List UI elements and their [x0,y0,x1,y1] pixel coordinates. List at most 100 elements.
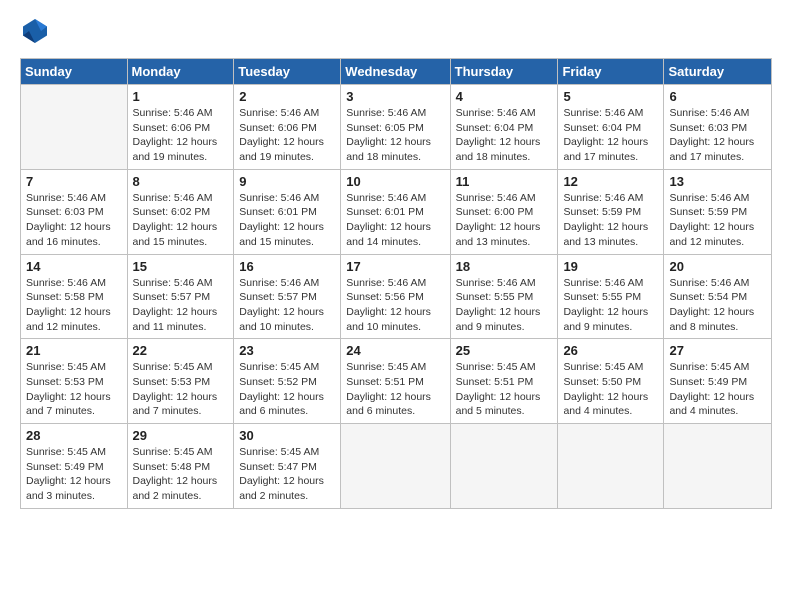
calendar-body: 1Sunrise: 5:46 AMSunset: 6:06 PMDaylight… [21,85,772,509]
calendar-cell: 9 Sunrise: 5:46 AMSunset: 6:01 PMDaylight… [234,169,341,254]
day-number: 29 [133,428,229,443]
day-number: 27 [669,343,766,358]
day-info: Sunrise: 5:46 AMSunset: 5:58 PMDaylight:… [26,276,122,335]
logo-icon [20,16,50,46]
calendar-week-row: 1Sunrise: 5:46 AMSunset: 6:06 PMDaylight… [21,85,772,170]
calendar-cell: 24 Sunrise: 5:45 AMSunset: 5:51 PMDayligh… [341,339,450,424]
calendar-cell [341,424,450,509]
header [20,16,772,46]
day-number: 10 [346,174,444,189]
day-number: 16 [239,259,335,274]
day-number: 12 [563,174,658,189]
day-info: Sunrise: 5:46 AMSunset: 6:04 PMDaylight:… [563,106,658,165]
day-info: Sunrise: 5:46 AMSunset: 5:55 PMDaylight:… [563,276,658,335]
calendar-cell: 27 Sunrise: 5:45 AMSunset: 5:49 PMDayligh… [664,339,772,424]
calendar-cell: 16 Sunrise: 5:46 AMSunset: 5:57 PMDayligh… [234,254,341,339]
calendar-week-row: 7 Sunrise: 5:46 AMSunset: 6:03 PMDaylight… [21,169,772,254]
calendar-cell: 11 Sunrise: 5:46 AMSunset: 6:00 PMDayligh… [450,169,558,254]
day-info: Sunrise: 5:46 AMSunset: 6:01 PMDaylight:… [239,191,335,250]
calendar-cell: 1Sunrise: 5:46 AMSunset: 6:06 PMDaylight… [127,85,234,170]
day-info: Sunrise: 5:46 AMSunset: 6:06 PMDaylight:… [133,106,229,165]
calendar-cell [558,424,664,509]
day-info: Sunrise: 5:46 AMSunset: 5:54 PMDaylight:… [669,276,766,335]
day-number: 6 [669,89,766,104]
day-number: 14 [26,259,122,274]
day-number: 24 [346,343,444,358]
calendar-cell: 6 Sunrise: 5:46 AMSunset: 6:03 PMDaylight… [664,85,772,170]
calendar: SundayMondayTuesdayWednesdayThursdayFrid… [20,58,772,509]
calendar-cell: 7 Sunrise: 5:46 AMSunset: 6:03 PMDaylight… [21,169,128,254]
day-info: Sunrise: 5:45 AMSunset: 5:51 PMDaylight:… [456,360,553,419]
day-info: Sunrise: 5:46 AMSunset: 6:00 PMDaylight:… [456,191,553,250]
day-number: 21 [26,343,122,358]
day-number: 20 [669,259,766,274]
calendar-cell: 22 Sunrise: 5:45 AMSunset: 5:53 PMDayligh… [127,339,234,424]
day-info: Sunrise: 5:46 AMSunset: 5:59 PMDaylight:… [563,191,658,250]
calendar-cell: 30 Sunrise: 5:45 AMSunset: 5:47 PMDayligh… [234,424,341,509]
day-info: Sunrise: 5:46 AMSunset: 6:06 PMDaylight:… [239,106,335,165]
day-number: 3 [346,89,444,104]
day-info: Sunrise: 5:45 AMSunset: 5:50 PMDaylight:… [563,360,658,419]
calendar-cell: 19 Sunrise: 5:46 AMSunset: 5:55 PMDayligh… [558,254,664,339]
day-info: Sunrise: 5:46 AMSunset: 6:03 PMDaylight:… [669,106,766,165]
calendar-cell [21,85,128,170]
weekday-header: Thursday [450,59,558,85]
day-number: 30 [239,428,335,443]
day-number: 25 [456,343,553,358]
day-info: Sunrise: 5:45 AMSunset: 5:48 PMDaylight:… [133,445,229,504]
day-info: Sunrise: 5:45 AMSunset: 5:49 PMDaylight:… [669,360,766,419]
day-number: 22 [133,343,229,358]
calendar-cell: 3 Sunrise: 5:46 AMSunset: 6:05 PMDaylight… [341,85,450,170]
day-number: 13 [669,174,766,189]
calendar-cell: 5 Sunrise: 5:46 AMSunset: 6:04 PMDaylight… [558,85,664,170]
day-number: 19 [563,259,658,274]
calendar-cell: 18 Sunrise: 5:46 AMSunset: 5:55 PMDayligh… [450,254,558,339]
day-info: Sunrise: 5:45 AMSunset: 5:53 PMDaylight:… [26,360,122,419]
calendar-cell: 25 Sunrise: 5:45 AMSunset: 5:51 PMDayligh… [450,339,558,424]
day-info: Sunrise: 5:46 AMSunset: 6:03 PMDaylight:… [26,191,122,250]
day-info: Sunrise: 5:45 AMSunset: 5:51 PMDaylight:… [346,360,444,419]
calendar-cell: 8Sunrise: 5:46 AMSunset: 6:02 PMDaylight… [127,169,234,254]
weekday-header: Sunday [21,59,128,85]
day-info: Sunrise: 5:46 AMSunset: 5:56 PMDaylight:… [346,276,444,335]
calendar-cell [664,424,772,509]
calendar-cell [450,424,558,509]
calendar-week-row: 21 Sunrise: 5:45 AMSunset: 5:53 PMDayligh… [21,339,772,424]
weekday-header: Friday [558,59,664,85]
day-info: Sunrise: 5:46 AMSunset: 5:57 PMDaylight:… [133,276,229,335]
weekday-header: Tuesday [234,59,341,85]
calendar-cell: 4 Sunrise: 5:46 AMSunset: 6:04 PMDaylight… [450,85,558,170]
day-info: Sunrise: 5:46 AMSunset: 5:55 PMDaylight:… [456,276,553,335]
weekday-row: SundayMondayTuesdayWednesdayThursdayFrid… [21,59,772,85]
day-info: Sunrise: 5:46 AMSunset: 6:04 PMDaylight:… [456,106,553,165]
day-info: Sunrise: 5:45 AMSunset: 5:49 PMDaylight:… [26,445,122,504]
day-info: Sunrise: 5:45 AMSunset: 5:52 PMDaylight:… [239,360,335,419]
calendar-cell: 12 Sunrise: 5:46 AMSunset: 5:59 PMDayligh… [558,169,664,254]
day-number: 28 [26,428,122,443]
day-number: 26 [563,343,658,358]
day-number: 4 [456,89,553,104]
calendar-cell: 15 Sunrise: 5:46 AMSunset: 5:57 PMDayligh… [127,254,234,339]
day-number: 2 [239,89,335,104]
page: SundayMondayTuesdayWednesdayThursdayFrid… [0,0,792,612]
day-number: 7 [26,174,122,189]
calendar-cell: 21 Sunrise: 5:45 AMSunset: 5:53 PMDayligh… [21,339,128,424]
day-number: 11 [456,174,553,189]
day-info: Sunrise: 5:46 AMSunset: 5:57 PMDaylight:… [239,276,335,335]
weekday-header: Wednesday [341,59,450,85]
calendar-cell: 26 Sunrise: 5:45 AMSunset: 5:50 PMDayligh… [558,339,664,424]
day-info: Sunrise: 5:46 AMSunset: 6:05 PMDaylight:… [346,106,444,165]
calendar-cell: 14 Sunrise: 5:46 AMSunset: 5:58 PMDayligh… [21,254,128,339]
calendar-cell: 29 Sunrise: 5:45 AMSunset: 5:48 PMDayligh… [127,424,234,509]
day-number: 9 [239,174,335,189]
day-number: 15 [133,259,229,274]
day-number: 5 [563,89,658,104]
calendar-week-row: 14 Sunrise: 5:46 AMSunset: 5:58 PMDayligh… [21,254,772,339]
calendar-header: SundayMondayTuesdayWednesdayThursdayFrid… [21,59,772,85]
calendar-week-row: 28 Sunrise: 5:45 AMSunset: 5:49 PMDayligh… [21,424,772,509]
day-number: 18 [456,259,553,274]
calendar-cell: 20 Sunrise: 5:46 AMSunset: 5:54 PMDayligh… [664,254,772,339]
day-number: 17 [346,259,444,274]
day-info: Sunrise: 5:45 AMSunset: 5:47 PMDaylight:… [239,445,335,504]
day-info: Sunrise: 5:45 AMSunset: 5:53 PMDaylight:… [133,360,229,419]
